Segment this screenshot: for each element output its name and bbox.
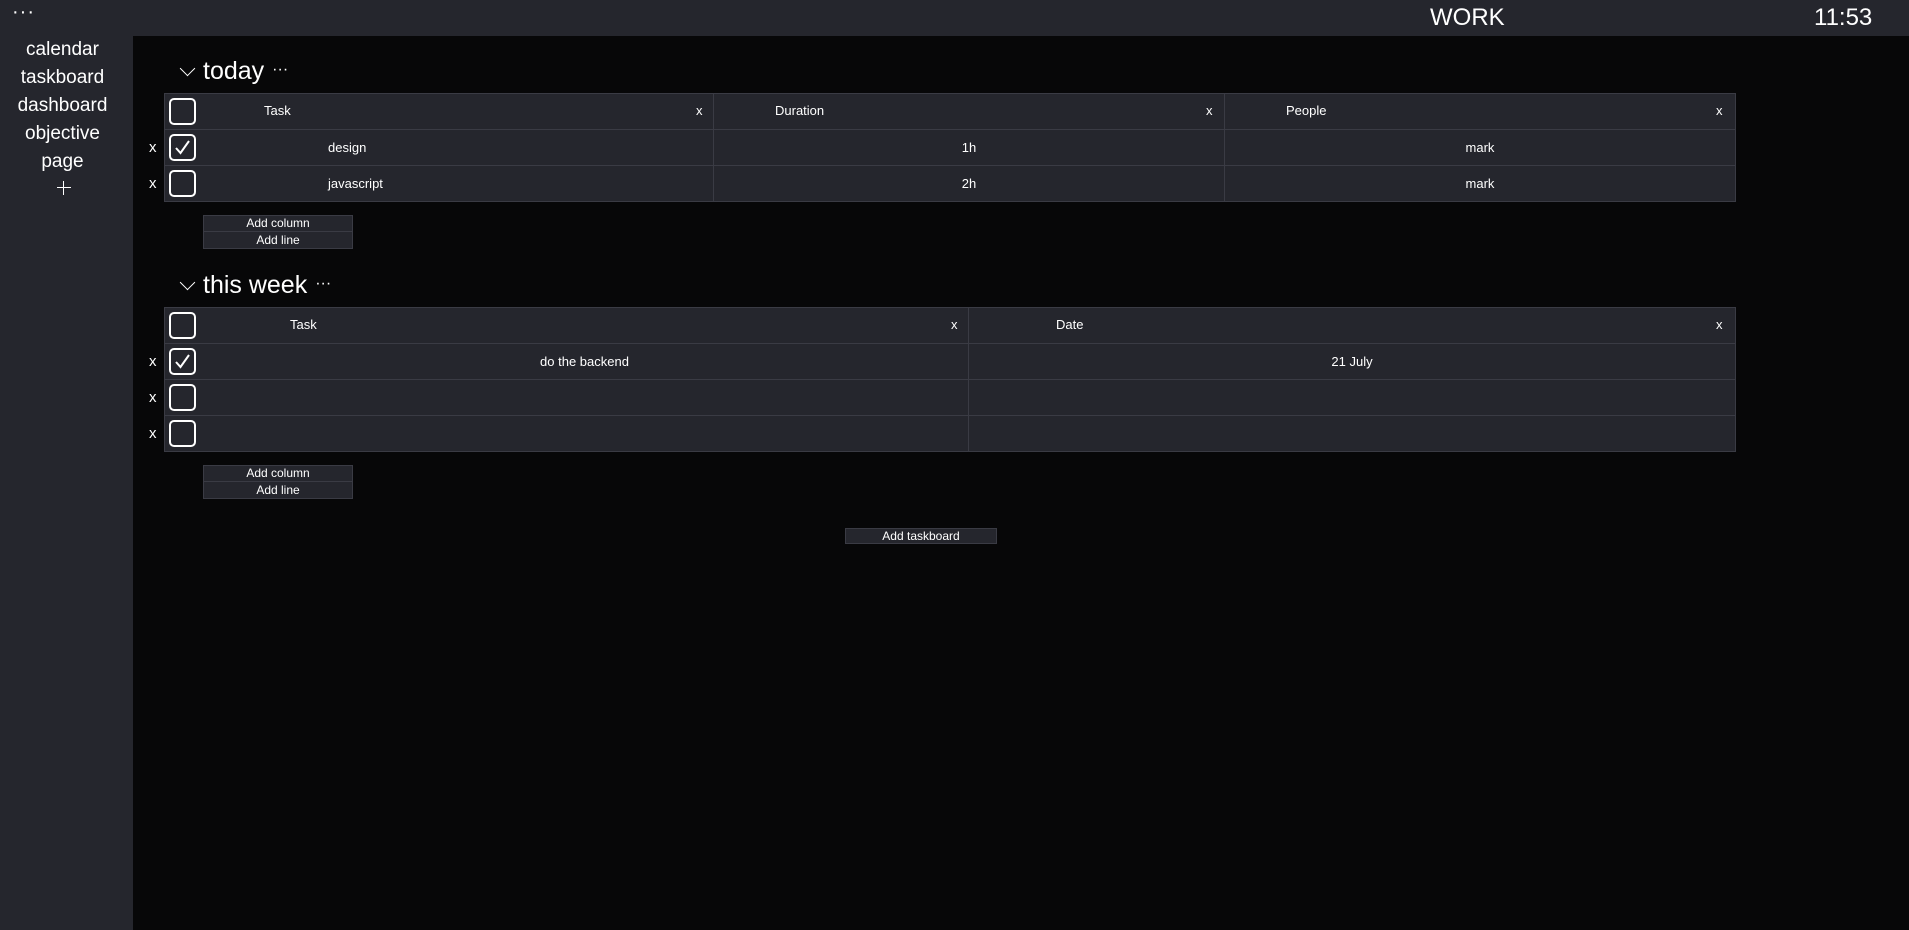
table-row: javascript 2h mark: [165, 166, 1735, 202]
add-line-button[interactable]: Add line: [203, 482, 353, 499]
row-checkbox[interactable]: [169, 134, 196, 161]
table-row: [165, 380, 1735, 416]
add-line-button[interactable]: Add line: [203, 232, 353, 249]
chevron-down-icon[interactable]: [179, 274, 196, 290]
sidebar: calendar taskboard dashboard objective p…: [0, 36, 133, 930]
column-header-date[interactable]: Date: [1056, 308, 1083, 342]
select-all-checkbox[interactable]: [169, 98, 196, 125]
sidebar-item-taskboard[interactable]: taskboard: [0, 66, 125, 90]
table-row: design 1h mark: [165, 130, 1735, 166]
board-menu-icon[interactable]: ···: [272, 61, 288, 79]
column-header-task[interactable]: Task: [290, 308, 317, 342]
top-bar: ··· WORK 11:53: [0, 0, 1909, 36]
board-actions: Add column Add line: [203, 215, 353, 249]
sidebar-item-objective[interactable]: objective: [0, 122, 125, 146]
delete-row-button[interactable]: x: [149, 344, 157, 380]
sidebar-item-page[interactable]: page: [0, 150, 125, 174]
add-column-button[interactable]: Add column: [203, 215, 353, 232]
table-cell[interactable]: javascript: [328, 166, 383, 202]
add-column-button[interactable]: Add column: [203, 465, 353, 482]
row-checkbox[interactable]: [169, 384, 196, 411]
chevron-down-icon[interactable]: [179, 60, 196, 76]
app-title: WORK: [1430, 4, 1505, 31]
table-cell[interactable]: 1h: [714, 130, 1225, 166]
table-cell[interactable]: design: [328, 130, 366, 166]
table-cell[interactable]: [969, 380, 1735, 416]
column-header-task[interactable]: Task: [264, 94, 291, 128]
table-row: [165, 416, 1735, 452]
delete-row-button[interactable]: x: [149, 380, 157, 416]
clock: 11:53: [1814, 4, 1873, 31]
table-cell[interactable]: 2h: [714, 166, 1225, 202]
add-taskboard-button[interactable]: Add taskboard: [845, 528, 997, 544]
board-menu-icon[interactable]: ···: [315, 275, 331, 293]
select-all-checkbox[interactable]: [169, 312, 196, 339]
delete-row-button[interactable]: x: [149, 166, 157, 202]
table-cell[interactable]: 21 July: [969, 344, 1735, 380]
table-cell[interactable]: [969, 416, 1735, 452]
column-header-duration[interactable]: Duration: [775, 94, 824, 128]
table-header-row: Task x Date x: [165, 308, 1735, 344]
delete-column-button[interactable]: x: [696, 94, 703, 128]
column-header-people[interactable]: People: [1286, 94, 1326, 128]
board-header-today: today ···: [179, 56, 288, 86]
board-title[interactable]: today: [203, 56, 264, 86]
board-actions: Add column Add line: [203, 465, 353, 499]
delete-column-button[interactable]: x: [1716, 94, 1723, 128]
delete-column-button[interactable]: x: [1716, 308, 1723, 342]
more-dots-icon[interactable]: ···: [12, 2, 35, 22]
delete-column-button[interactable]: x: [1206, 94, 1213, 128]
board-header-this-week: this week ···: [179, 270, 331, 300]
table-header-row: Task x Duration x People x: [165, 94, 1735, 130]
table-cell[interactable]: mark: [1225, 130, 1735, 166]
table-row: do the backend 21 July: [165, 344, 1735, 380]
row-checkbox[interactable]: [169, 170, 196, 197]
sidebar-item-dashboard[interactable]: dashboard: [0, 94, 125, 118]
plus-icon[interactable]: [55, 179, 73, 197]
delete-column-button[interactable]: x: [951, 308, 958, 342]
row-checkbox[interactable]: [169, 348, 196, 375]
table-cell[interactable]: mark: [1225, 166, 1735, 202]
sidebar-item-calendar[interactable]: calendar: [0, 38, 125, 62]
board-title[interactable]: this week: [203, 270, 307, 300]
delete-row-button[interactable]: x: [149, 416, 157, 452]
delete-row-button[interactable]: x: [149, 130, 157, 166]
table-cell[interactable]: do the backend: [200, 344, 969, 380]
row-checkbox[interactable]: [169, 420, 196, 447]
